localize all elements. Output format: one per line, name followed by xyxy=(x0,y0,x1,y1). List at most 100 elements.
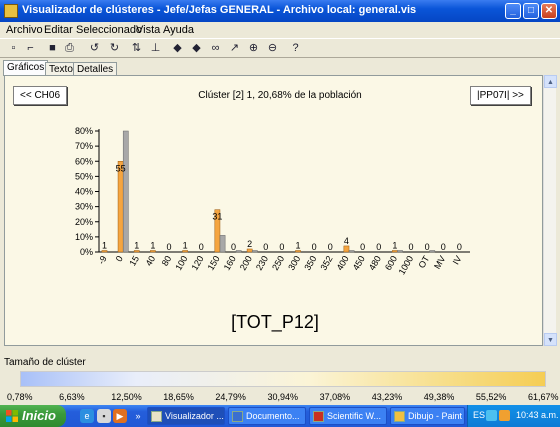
data-label: 1 xyxy=(150,240,155,250)
scientific-icon xyxy=(313,411,324,422)
tray-app-icon[interactable] xyxy=(499,410,510,421)
population-bar xyxy=(235,250,242,253)
clock: 10:43 a.m. xyxy=(516,410,559,420)
y-tick-label: 10% xyxy=(75,232,93,242)
cluster-size-tick: 49,38% xyxy=(423,392,455,402)
task-label: Visualizador ... xyxy=(165,411,224,421)
internet-explorer-icon[interactable]: e xyxy=(80,409,94,423)
cluster-size-tick: 30,94% xyxy=(267,392,299,402)
start-label: Inicio xyxy=(22,408,56,423)
x-tick-label: 120 xyxy=(189,254,205,272)
cluster-size-tick: 43,23% xyxy=(371,392,403,402)
word-icon xyxy=(232,411,243,422)
visualizador-icon xyxy=(151,411,162,422)
x-tick-label: 40 xyxy=(144,254,158,268)
x-tick-label: 250 xyxy=(270,254,286,272)
x-tick-label: -9 xyxy=(96,254,109,266)
x-tick-label: 200 xyxy=(238,254,254,272)
x-tick-label: 400 xyxy=(335,254,351,272)
cluster-size-tick: 6,63% xyxy=(59,392,85,402)
cluster-size-tick: 18,65% xyxy=(163,392,194,402)
language-indicator[interactable]: ES xyxy=(473,410,485,420)
cluster-bar xyxy=(246,248,253,253)
x-tick-label: OT xyxy=(416,254,431,270)
cluster-bar xyxy=(392,250,398,253)
task-label: Scientific W... xyxy=(327,411,382,421)
x-tick-label: 480 xyxy=(367,254,383,272)
data-label: 0 xyxy=(441,242,446,252)
population-bar xyxy=(219,235,226,253)
data-label: 0 xyxy=(360,242,365,252)
x-tick-label: 100 xyxy=(173,254,189,272)
population-bar xyxy=(348,250,355,253)
data-label: 0 xyxy=(279,242,284,252)
data-label: 0 xyxy=(312,242,317,252)
network-icon[interactable] xyxy=(486,410,497,421)
data-label: 1 xyxy=(296,240,301,250)
y-tick-label: 40% xyxy=(75,187,93,197)
data-label: 0 xyxy=(166,242,171,252)
start-button[interactable]: Inicio xyxy=(0,405,66,427)
x-tick-label: 300 xyxy=(286,254,302,272)
data-label: 0 xyxy=(457,242,462,252)
data-label: 0 xyxy=(408,242,413,252)
taskbar: Inicio e ▪ ▶ » Visualizador ... Document… xyxy=(0,405,560,427)
task-paint[interactable]: Dibujo - Paint xyxy=(390,407,465,425)
cluster-bar xyxy=(150,250,156,253)
cluster-size-label: Tamaño de clúster xyxy=(4,357,86,368)
quicklaunch-more-icon[interactable]: » xyxy=(131,409,145,423)
data-label: 31 xyxy=(212,212,222,222)
x-tick-label: MV xyxy=(432,254,447,271)
cluster-bar xyxy=(117,161,124,253)
x-tick-label: IV xyxy=(451,254,464,266)
y-tick-label: 80% xyxy=(75,126,93,136)
desktop-icon[interactable]: ▪ xyxy=(97,409,111,423)
population-bar xyxy=(429,250,436,253)
cluster-size-tick: 12,50% xyxy=(111,392,142,402)
x-tick-label: 230 xyxy=(254,254,270,272)
data-label: 0 xyxy=(199,242,204,252)
y-tick-label: 70% xyxy=(75,141,93,151)
population-bar xyxy=(397,250,403,253)
task-label: Dibujo - Paint xyxy=(408,411,463,421)
chart-caption: [TOT_P12] xyxy=(231,312,319,332)
cluster-bar xyxy=(295,250,301,253)
data-label: 0 xyxy=(425,242,430,252)
cluster-size-tick: 55,52% xyxy=(475,392,507,402)
task-label: Documento... xyxy=(246,411,300,421)
data-label: 0 xyxy=(263,242,268,252)
population-bar xyxy=(251,250,258,253)
cluster-size-tick: 24,79% xyxy=(215,392,246,402)
y-tick-label: 60% xyxy=(75,156,93,166)
cluster-size-gradient xyxy=(20,371,546,387)
paint-icon xyxy=(394,411,405,422)
system-tray: ES 10:43 a.m. xyxy=(467,405,560,427)
y-tick-label: 0% xyxy=(80,247,93,257)
cluster-size-tick: 0,78% xyxy=(7,392,33,402)
data-label: 4 xyxy=(344,236,349,246)
data-label: 0 xyxy=(376,242,381,252)
population-bar xyxy=(122,130,129,253)
cluster-bar xyxy=(101,250,108,253)
media-player-icon[interactable]: ▶ xyxy=(113,409,127,423)
cluster-bar xyxy=(343,245,350,253)
x-tick-label: 80 xyxy=(160,254,174,268)
task-visualizador[interactable]: Visualizador ... xyxy=(147,407,225,425)
windows-logo-icon xyxy=(6,410,18,422)
x-tick-label: 450 xyxy=(351,254,367,272)
x-tick-label: 160 xyxy=(222,254,238,272)
data-label: 0 xyxy=(328,242,333,252)
data-label: 2 xyxy=(247,239,252,249)
y-tick-label: 30% xyxy=(75,202,93,212)
data-label: 55 xyxy=(116,163,126,173)
x-tick-label: 150 xyxy=(206,254,222,272)
x-tick-label: 1000 xyxy=(397,254,416,276)
cluster-size-tick: 37,08% xyxy=(319,392,351,402)
x-tick-label: 352 xyxy=(318,254,334,272)
cluster-bar xyxy=(133,250,140,253)
task-documento[interactable]: Documento... xyxy=(228,407,306,425)
cluster-size-tick: 61,67% xyxy=(528,392,559,402)
data-label: 1 xyxy=(183,240,188,250)
data-label: 1 xyxy=(392,240,397,250)
task-scientific[interactable]: Scientific W... xyxy=(309,407,387,425)
